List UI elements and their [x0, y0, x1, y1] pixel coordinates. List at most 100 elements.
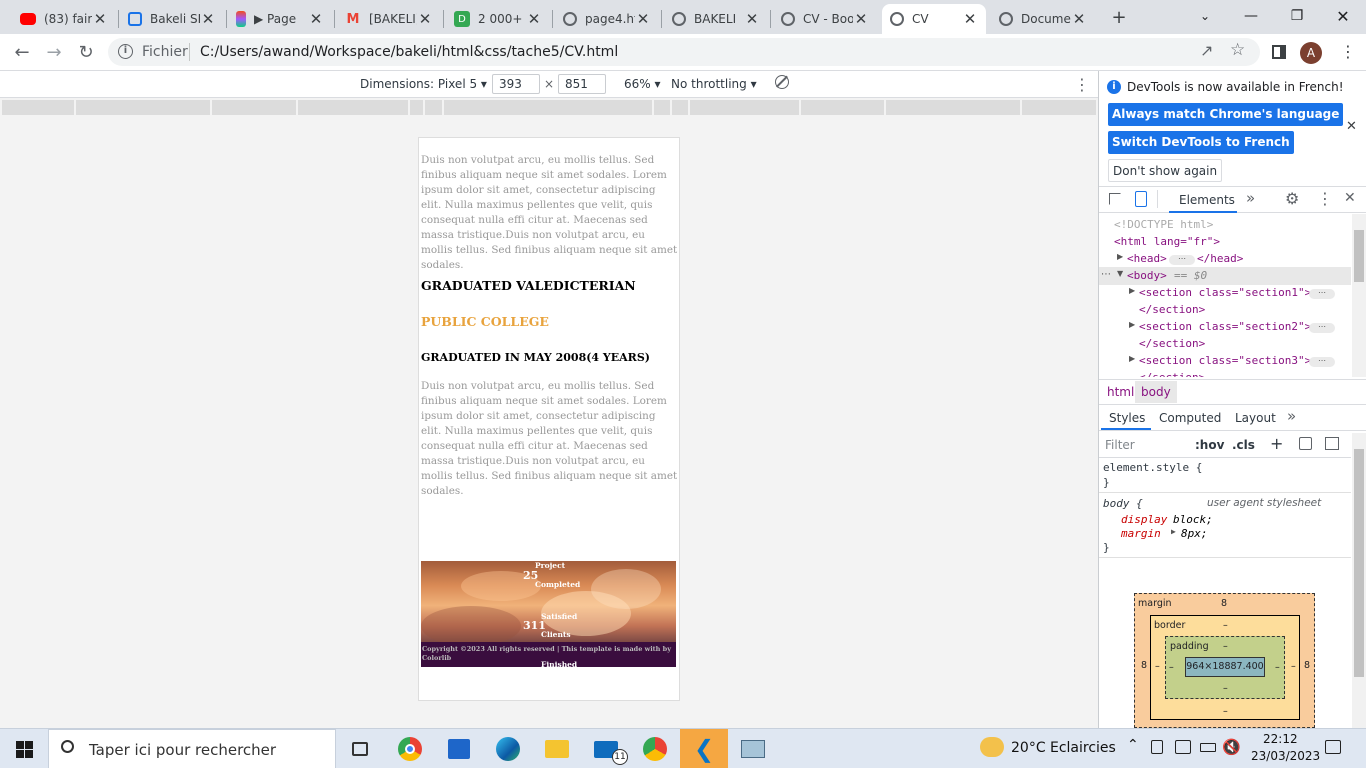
windows-start-icon[interactable] — [0, 729, 48, 768]
close-tab-icon[interactable]: ✕ — [962, 10, 978, 28]
tab-layout[interactable]: Layout — [1235, 411, 1276, 425]
edge-icon[interactable] — [484, 729, 532, 768]
css-value[interactable]: 8px; — [1181, 527, 1208, 540]
dom-body[interactable]: <body> — [1127, 269, 1167, 282]
notifications-icon[interactable] — [1325, 740, 1341, 754]
devtools-menu-icon[interactable]: ⋮ — [1317, 189, 1333, 208]
margin-left-value[interactable]: 8 — [1141, 660, 1147, 671]
minimize-button[interactable]: — — [1228, 0, 1274, 32]
expand-arrow-icon[interactable]: ▶ — [1117, 252, 1123, 261]
collapsed-ellipsis[interactable]: ⋯ — [1309, 323, 1335, 333]
tab-search-chevron-icon[interactable]: ⌄ — [1182, 0, 1228, 32]
network-icon[interactable] — [1175, 740, 1191, 754]
browser-tab[interactable]: D 2 000+ M✕ — [446, 4, 550, 34]
new-tab-button[interactable]: + — [1105, 3, 1133, 31]
rotate-icon[interactable] — [775, 75, 789, 89]
css-property[interactable]: display — [1121, 513, 1167, 526]
row-ellipsis[interactable]: ⋯ — [1101, 269, 1111, 280]
close-tab-icon[interactable]: ✕ — [526, 10, 542, 28]
browser-tab[interactable]: BAKELI ✕ — [664, 4, 768, 34]
collapse-arrow-icon[interactable]: ▼ — [1117, 269, 1123, 278]
side-panel-icon[interactable] — [1272, 45, 1286, 59]
vscode-icon[interactable]: ❮ — [680, 729, 728, 768]
close-tab-icon[interactable]: ✕ — [200, 10, 216, 28]
margin-top-value[interactable]: 8 — [1221, 598, 1227, 609]
zoom-select[interactable]: 66% ▾ — [624, 77, 661, 91]
battery-icon[interactable] — [1200, 743, 1216, 752]
close-tab-icon[interactable]: ✕ — [308, 10, 324, 28]
dom-head-close[interactable]: </head> — [1197, 252, 1243, 265]
collapsed-ellipsis[interactable]: ⋯ — [1169, 255, 1195, 265]
close-tab-icon[interactable]: ✕ — [853, 10, 869, 28]
address-bar[interactable]: i Fichier C:/Users/awand/Workspace/bakel… — [108, 38, 1260, 66]
reload-icon[interactable]: ↻ — [72, 38, 100, 66]
weather-description[interactable]: Eclaircies — [1050, 740, 1116, 756]
hov-toggle[interactable]: :hov — [1195, 438, 1224, 452]
margin-right-value[interactable]: 8 — [1304, 660, 1310, 671]
close-tab-icon[interactable]: ✕ — [635, 10, 651, 28]
show-hidden-icons-icon[interactable]: ⌃ — [1127, 737, 1139, 753]
collapsed-ellipsis[interactable]: ⋯ — [1309, 289, 1335, 299]
mail-icon[interactable]: 11 — [582, 729, 630, 768]
padding-top-value[interactable]: – — [1223, 641, 1228, 652]
more-tabs-icon[interactable]: » — [1287, 407, 1296, 425]
browser-tab[interactable]: CV ✕ — [882, 4, 986, 34]
browser-menu-icon[interactable]: ⋮ — [1340, 42, 1356, 61]
browser-tab[interactable]: (83) faire✕ — [12, 4, 116, 34]
box-model-content[interactable]: 964×18887.400 — [1185, 657, 1265, 677]
css-value[interactable]: block; — [1173, 513, 1213, 526]
dom-doctype[interactable]: <!DOCTYPE html> — [1114, 218, 1213, 231]
dom-html[interactable]: <html lang="fr"> — [1114, 235, 1220, 248]
file-explorer-icon[interactable] — [533, 729, 581, 768]
clock-date[interactable]: 23/03/2023 — [1251, 749, 1320, 763]
chrome-profile-icon[interactable] — [631, 729, 679, 768]
width-input[interactable]: 393 — [492, 74, 540, 94]
settings-gear-icon[interactable]: ⚙ — [1285, 189, 1299, 208]
close-window-button[interactable]: ✕ — [1320, 0, 1366, 32]
element-style-rule[interactable]: element.style { — [1103, 461, 1202, 474]
dom-tree[interactable]: <!DOCTYPE html> <html lang="fr"> ▶ <head… — [1099, 214, 1351, 377]
tab-elements[interactable]: Elements — [1179, 193, 1235, 207]
filter-input[interactable]: Filter — [1105, 438, 1135, 452]
toggle-sidebar-icon[interactable] — [1325, 437, 1339, 450]
dom-section-close[interactable]: </section> — [1139, 371, 1205, 377]
more-tabs-icon[interactable]: » — [1246, 189, 1255, 207]
share-icon[interactable]: ↗ — [1200, 41, 1213, 60]
padding-bottom-value[interactable]: – — [1223, 683, 1228, 694]
dom-scrollbar[interactable] — [1352, 214, 1366, 377]
border-right-value[interactable]: – — [1291, 661, 1296, 672]
browser-tab[interactable]: Bakeli SI ✕ — [120, 4, 224, 34]
height-input[interactable]: 851 — [558, 74, 606, 94]
paint-icon[interactable] — [1299, 437, 1312, 450]
dom-head[interactable]: <head> — [1127, 252, 1167, 265]
breadcrumb-html[interactable]: html — [1107, 385, 1134, 399]
expand-arrow-icon[interactable]: ▶ — [1129, 320, 1135, 329]
border-bottom-value[interactable]: – — [1223, 706, 1228, 717]
breadcrumb-body[interactable]: body — [1135, 381, 1177, 403]
browser-tab[interactable]: ▶ Page ✕ — [228, 4, 332, 34]
taskbar-search-box[interactable]: Taper ici pour rechercher — [48, 729, 336, 768]
toggle-device-icon[interactable] — [1135, 191, 1147, 207]
collapsed-ellipsis[interactable]: ⋯ — [1309, 357, 1335, 367]
profile-avatar[interactable]: A — [1300, 42, 1322, 64]
expand-arrow-icon[interactable]: ▶ — [1129, 354, 1135, 363]
dom-section-close[interactable]: </section> — [1139, 337, 1205, 350]
tab-computed[interactable]: Computed — [1159, 411, 1221, 425]
info-icon[interactable]: i — [118, 44, 133, 59]
add-rule-icon[interactable]: + — [1270, 434, 1283, 453]
chrome-icon[interactable] — [386, 729, 434, 768]
dom-section1[interactable]: <section class="section1"> — [1139, 286, 1311, 299]
close-tab-icon[interactable]: ✕ — [92, 10, 108, 28]
dom-section2[interactable]: <section class="section2"> — [1139, 320, 1311, 333]
weather-temperature[interactable]: 20°C — [1011, 740, 1046, 756]
dont-show-again-button[interactable]: Don't show again — [1108, 159, 1223, 182]
store-icon[interactable] — [435, 729, 483, 768]
dom-section3[interactable]: <section class="section3"> — [1139, 354, 1311, 367]
volume-muted-icon[interactable]: 🔇 — [1222, 738, 1241, 756]
task-view-icon[interactable] — [336, 729, 384, 768]
browser-tab[interactable]: Docume ✕ — [991, 4, 1095, 34]
photos-icon[interactable] — [729, 729, 777, 768]
forward-arrow-icon[interactable]: → — [40, 38, 68, 66]
css-property[interactable]: margin — [1121, 527, 1161, 540]
device-icon[interactable] — [1151, 740, 1163, 754]
